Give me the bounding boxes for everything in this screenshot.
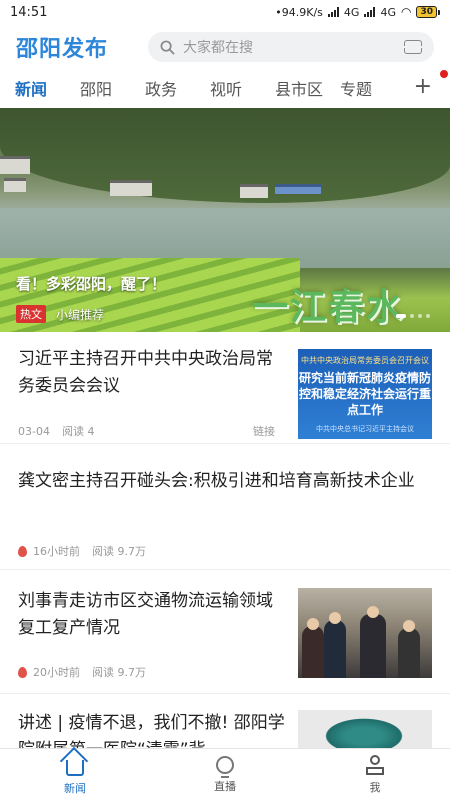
news-thumbnail: [298, 588, 432, 678]
news-title: 习近平主持召开中共中央政治局常务委员会会议: [18, 349, 273, 396]
nav-me[interactable]: 我: [300, 749, 450, 800]
banner-caption: 看！多彩邵阳，醒了！: [16, 275, 167, 293]
news-reads: 阅读 4: [61, 425, 95, 438]
carousel-indicator: [396, 314, 430, 318]
news-meta: 20小时前 阅读 9.7万: [18, 664, 146, 680]
news-thumbnail: [298, 710, 432, 748]
link-tag: 链接: [253, 425, 275, 438]
banner-overlay-text: 一江春水: [251, 287, 404, 328]
notification-dot: [440, 70, 448, 78]
tab-counties[interactable]: 县市区: [275, 76, 340, 100]
battery-level: 30: [416, 6, 437, 18]
status-time: 14:51: [10, 4, 48, 20]
search-placeholder: 大家都在搜: [183, 40, 253, 56]
news-meta: 16小时前 阅读 9.7万: [18, 543, 146, 559]
network-type-2: 4G: [380, 5, 396, 19]
live-icon: [216, 755, 234, 778]
app-header: 邵阳发布 大家都在搜: [0, 24, 450, 70]
news-reads: 阅读 9.7万: [92, 666, 146, 679]
app-logo: 邵阳发布: [16, 37, 109, 62]
flame-icon: [18, 666, 27, 678]
news-item[interactable]: 龚文密主持召开碰头会:积极引进和培育高新技术企业 16小时前 阅读 9.7万: [0, 444, 450, 570]
editor-recommend-label: 小编推荐: [56, 307, 105, 322]
tab-news[interactable]: 新闻: [15, 76, 80, 100]
nav-news[interactable]: 新闻: [0, 749, 150, 800]
news-title: 龚文密主持召开碰头会:积极引进和培育高新技术企业: [18, 471, 415, 491]
news-item[interactable]: 刘事青走访市区交通物流运输领域复工复产情况 20小时前 阅读 9.7万: [0, 570, 450, 694]
network-type-1: 4G: [343, 5, 360, 19]
user-icon: [365, 754, 385, 775]
nav-label: 我: [369, 780, 381, 794]
banner-tags: 热文 小编推荐: [16, 305, 104, 323]
news-time: 16小时前: [33, 545, 80, 558]
signal-icon-2: [364, 7, 376, 17]
tab-government[interactable]: 政务: [145, 76, 210, 100]
scan-icon[interactable]: [404, 40, 422, 54]
battery-icon: 30: [416, 6, 440, 18]
hero-banner[interactable]: 看！多彩邵阳，醒了！ 一江春水 热文 小编推荐: [0, 108, 450, 332]
news-title: 刘事青走访市区交通物流运输领域复工复产情况: [18, 591, 273, 638]
search-icon: [160, 40, 175, 54]
nav-live[interactable]: 直播: [150, 749, 300, 800]
search-bar[interactable]: 大家都在搜: [148, 32, 434, 62]
network-speed: •94.9K/s: [275, 5, 323, 19]
tab-topics[interactable]: 专题: [340, 76, 405, 100]
category-tabs: 新闻 邵阳 政务 视听 县市区 专题 +: [0, 70, 450, 106]
news-reads: 阅读 9.7万: [92, 545, 146, 558]
news-item[interactable]: 讲述 | 疫情不退，我们不撤! 邵阳学院附属第一医院“清零”背: [0, 694, 450, 748]
news-date: 03-04: [18, 424, 50, 438]
news-thumbnail: 中共中央政治局常务委员会召开会议 研究当前新冠肺炎疫情防控和稳定经济社会运行重点…: [298, 349, 432, 439]
news-item[interactable]: 习近平主持召开中共中央政治局常务委员会会议 03-04 阅读 4 链接 中共中央…: [0, 332, 450, 444]
wifi-icon: ◠: [400, 5, 412, 19]
banner-image: [0, 156, 400, 208]
signal-icon: [327, 7, 339, 17]
news-time: 20小时前: [33, 666, 80, 679]
hot-badge: 热文: [16, 305, 46, 323]
flame-icon: [18, 545, 27, 557]
bottom-navigation: 新闻 直播 我: [0, 748, 450, 800]
status-icons: •94.9K/s 4G 4G ◠ 30: [275, 5, 440, 19]
news-meta: 03-04 阅读 4: [18, 423, 94, 439]
home-icon: [66, 759, 84, 776]
add-tab-button[interactable]: +: [414, 74, 432, 99]
tab-video[interactable]: 视听: [210, 76, 275, 100]
tab-shaoyang[interactable]: 邵阳: [80, 76, 145, 100]
nav-label: 新闻: [64, 781, 86, 795]
status-bar: 14:51 •94.9K/s 4G 4G ◠ 30: [0, 0, 450, 24]
nav-label: 直播: [214, 779, 236, 793]
news-title: 讲述 | 疫情不退，我们不撤! 邵阳学院附属第一医院“清零”背: [18, 713, 285, 748]
